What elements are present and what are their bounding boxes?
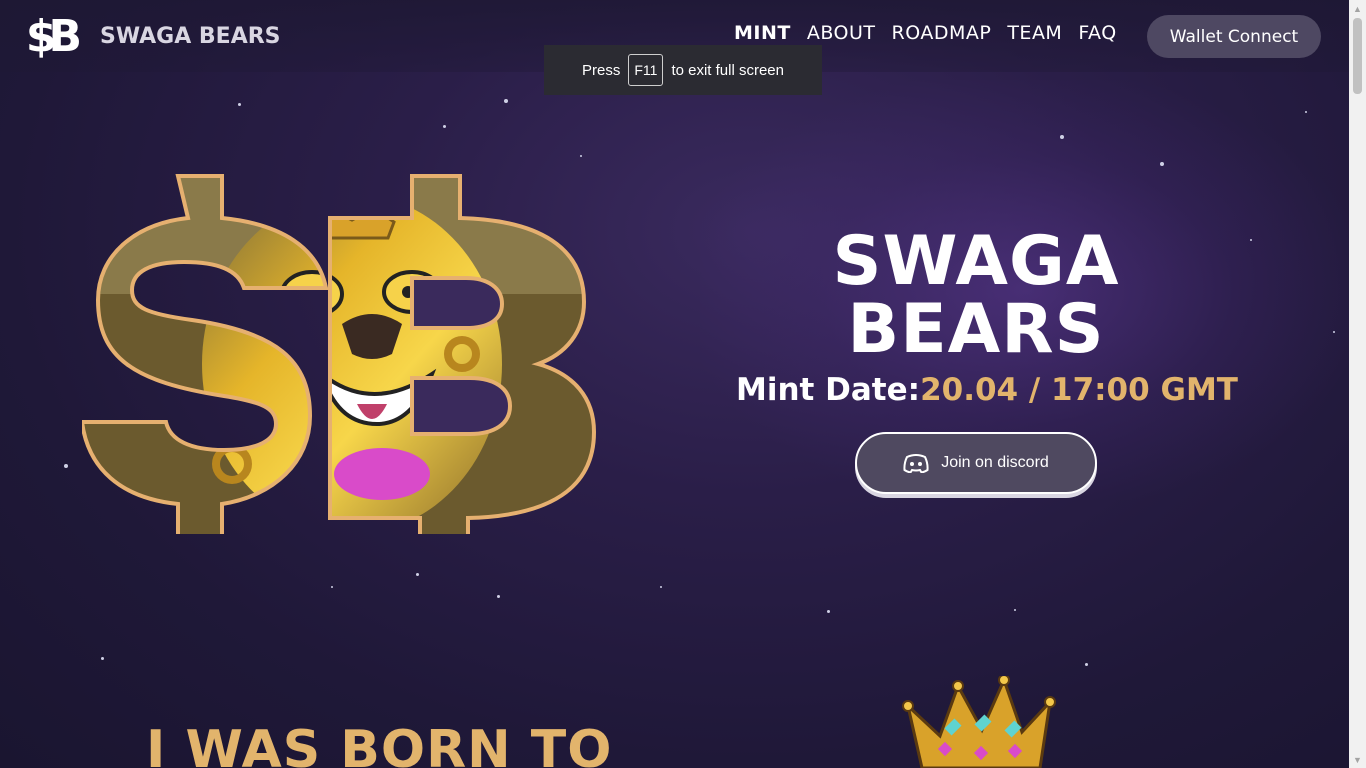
toast-suffix: to exit full screen [671,61,784,79]
discord-icon [903,454,929,473]
scroll-down-arrow-icon[interactable]: ▼ [1349,751,1366,768]
nav-item-faq[interactable]: FAQ [1078,22,1116,44]
star [504,99,508,103]
star [442,124,446,128]
star [100,656,104,660]
about-section-title: I WAS BORN TO [146,720,613,768]
fullscreen-toast: Press F11 to exit full screen [544,45,822,95]
star [1250,239,1252,241]
nav-item-about[interactable]: ABOUT [807,22,876,44]
hero-title: SWAGA BEARS [776,228,1176,364]
hero-bear-artwork [82,174,597,534]
star [496,594,500,598]
nav-item-team[interactable]: TEAM [1007,22,1062,44]
dollar-b-logo-icon: $B [25,10,82,62]
main-nav: MINT ABOUT ROADMAP TEAM FAQ [734,22,1133,44]
star [415,572,419,576]
wallet-connect-button[interactable]: Wallet Connect [1147,15,1321,58]
star [1333,331,1335,333]
star [1014,609,1016,611]
join-discord-button[interactable]: Join on discord [855,432,1097,494]
mint-date: Mint Date:20.04 / 17:00 GMT [736,372,1238,408]
star [660,586,662,588]
toast-prefix: Press [582,61,621,79]
brand-name: SWAGA BEARS [100,23,281,49]
star [1060,135,1064,139]
crown-icon [902,676,1056,768]
scroll-up-arrow-icon[interactable]: ▲ [1349,0,1366,17]
hero-title-line2: BEARS [847,290,1105,369]
hero-title-line1: SWAGA [832,222,1120,301]
star [826,609,830,613]
star [580,155,582,157]
page-scrollbar[interactable]: ▲ ▼ [1349,0,1366,768]
nav-item-mint[interactable]: MINT [734,22,791,44]
join-discord-label: Join on discord [941,454,1049,471]
brand-logo[interactable]: $B SWAGA BEARS [16,10,281,62]
nav-item-roadmap[interactable]: ROADMAP [892,22,992,44]
mint-date-label: Mint Date: [736,372,921,408]
star [237,102,241,106]
star [1084,662,1088,666]
star [1305,111,1307,113]
mint-date-value: 20.04 / 17:00 GMT [920,372,1238,408]
scroll-thumb[interactable] [1353,18,1362,94]
star [64,464,68,468]
star [331,586,333,588]
toast-key: F11 [628,54,664,86]
star [1160,162,1164,166]
